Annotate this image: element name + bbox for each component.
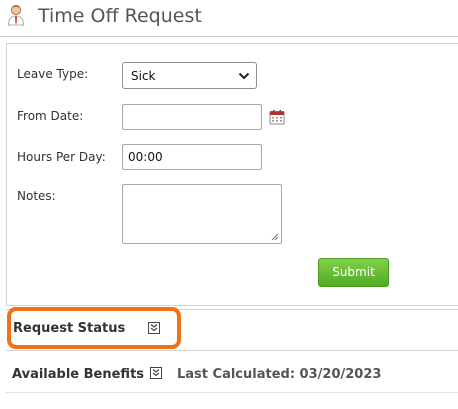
leave-type-selected-value: Sick: [131, 69, 156, 83]
notes-label: Notes:: [17, 189, 56, 203]
page-header: Time Off Request: [0, 0, 458, 37]
request-status-highlight: [7, 307, 181, 349]
calendar-icon[interactable]: [269, 109, 285, 125]
leave-type-select[interactable]: Sick: [122, 62, 257, 89]
hours-per-day-value: 00:00: [128, 150, 163, 164]
hours-per-day-input[interactable]: 00:00: [122, 144, 262, 170]
from-date-label: From Date:: [17, 109, 84, 123]
last-calculated-text: Last Calculated: 03/20/2023: [177, 367, 382, 382]
notes-textarea[interactable]: [122, 184, 282, 244]
section-divider: [6, 392, 458, 393]
from-date-input[interactable]: [122, 104, 262, 130]
person-icon: [8, 5, 24, 26]
chevron-down-icon: [238, 72, 250, 80]
leave-type-label: Leave Type:: [17, 67, 89, 81]
resize-grip-icon[interactable]: [271, 233, 279, 241]
page-title: Time Off Request: [38, 5, 202, 27]
submit-button[interactable]: Submit: [318, 258, 389, 287]
hours-per-day-label: Hours Per Day:: [17, 150, 106, 164]
expand-chevron-icon[interactable]: [150, 367, 162, 379]
available-benefits-title[interactable]: Available Benefits: [12, 367, 144, 382]
